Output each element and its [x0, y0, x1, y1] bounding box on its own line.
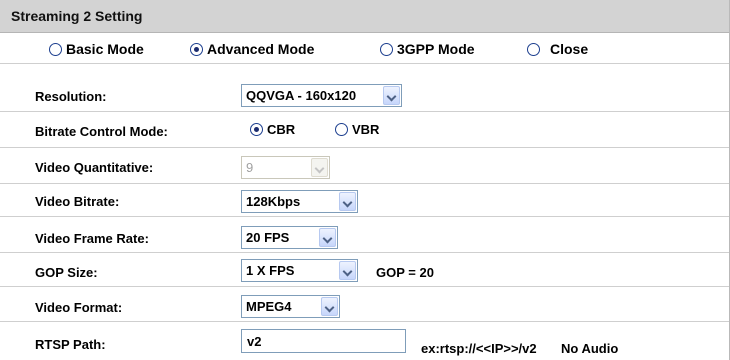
vbr-radio-icon[interactable] [335, 123, 348, 136]
close-mode-label: Close [550, 41, 589, 57]
gop-size-select[interactable]: 1 X FPS [241, 259, 358, 282]
rtsp-path-input[interactable]: v2 [241, 329, 406, 353]
chevron-down-icon [311, 158, 328, 177]
advanced-mode-radio-icon[interactable] [190, 42, 203, 56]
basic-mode-radio-icon[interactable] [49, 42, 62, 56]
panel-title: Streaming 2 Setting [11, 8, 143, 24]
gop-size-value: 1 X FPS [246, 263, 295, 278]
resolution-select[interactable]: QQVGA - 160x120 [241, 84, 402, 107]
vbr-radio[interactable]: VBR [335, 122, 379, 137]
rtsp-path-value: v2 [247, 334, 262, 349]
advanced-mode-radio[interactable]: Advanced Mode [190, 41, 314, 57]
streaming-settings-panel: Streaming 2 Setting Basic Mode Advanced … [0, 0, 730, 360]
gop-value-note: GOP = 20 [376, 265, 434, 280]
bitrate-control-mode-label: Bitrate Control Mode: [35, 124, 168, 139]
video-format-label: Video Format: [35, 300, 123, 315]
video-bitrate-value: 128Kbps [246, 194, 301, 209]
chevron-down-icon[interactable] [321, 297, 338, 316]
video-quantitative-label: Video Quantitative: [35, 160, 154, 175]
cbr-radio-icon[interactable] [250, 123, 263, 136]
video-frame-rate-value: 20 FPS [246, 230, 290, 245]
divider [0, 111, 729, 112]
chevron-down-icon[interactable] [319, 228, 336, 247]
video-frame-rate-label: Video Frame Rate: [35, 231, 149, 246]
divider [0, 147, 729, 148]
basic-mode-radio[interactable]: Basic Mode [49, 41, 144, 57]
divider [0, 321, 729, 322]
video-frame-rate-select[interactable]: 20 FPS [241, 226, 338, 249]
rtsp-example: ex:rtsp://<<IP>>/v2 [421, 341, 537, 356]
3gpp-mode-radio[interactable]: 3GPP Mode [380, 41, 475, 57]
video-bitrate-label: Video Bitrate: [35, 194, 120, 209]
divider [0, 63, 729, 64]
chevron-down-icon[interactable] [339, 261, 356, 280]
divider [0, 216, 729, 217]
divider [0, 183, 729, 184]
resolution-value: QQVGA - 160x120 [246, 88, 357, 103]
resolution-label: Resolution: [35, 89, 107, 104]
cbr-label: CBR [267, 122, 296, 137]
divider [0, 286, 729, 287]
chevron-down-icon[interactable] [383, 86, 400, 105]
panel-header: Streaming 2 Setting [0, 0, 729, 33]
audio-status: No Audio [561, 341, 619, 356]
video-format-value: MPEG4 [246, 299, 292, 314]
divider [0, 252, 729, 253]
3gpp-mode-radio-icon[interactable] [380, 42, 393, 56]
close-mode-radio[interactable]: Close [527, 41, 588, 57]
video-quantitative-value: 9 [246, 160, 254, 175]
video-format-select[interactable]: MPEG4 [241, 295, 340, 318]
3gpp-mode-label: 3GPP Mode [397, 41, 475, 57]
advanced-mode-label: Advanced Mode [207, 41, 315, 57]
close-mode-radio-icon[interactable] [527, 42, 540, 56]
cbr-radio[interactable]: CBR [250, 122, 295, 137]
chevron-down-icon[interactable] [339, 192, 356, 211]
video-bitrate-select[interactable]: 128Kbps [241, 190, 358, 213]
vbr-label: VBR [352, 122, 380, 137]
rtsp-path-label: RTSP Path: [35, 337, 106, 352]
video-quantitative-select: 9 [241, 156, 330, 179]
gop-size-label: GOP Size: [35, 265, 98, 280]
basic-mode-label: Basic Mode [66, 41, 144, 57]
